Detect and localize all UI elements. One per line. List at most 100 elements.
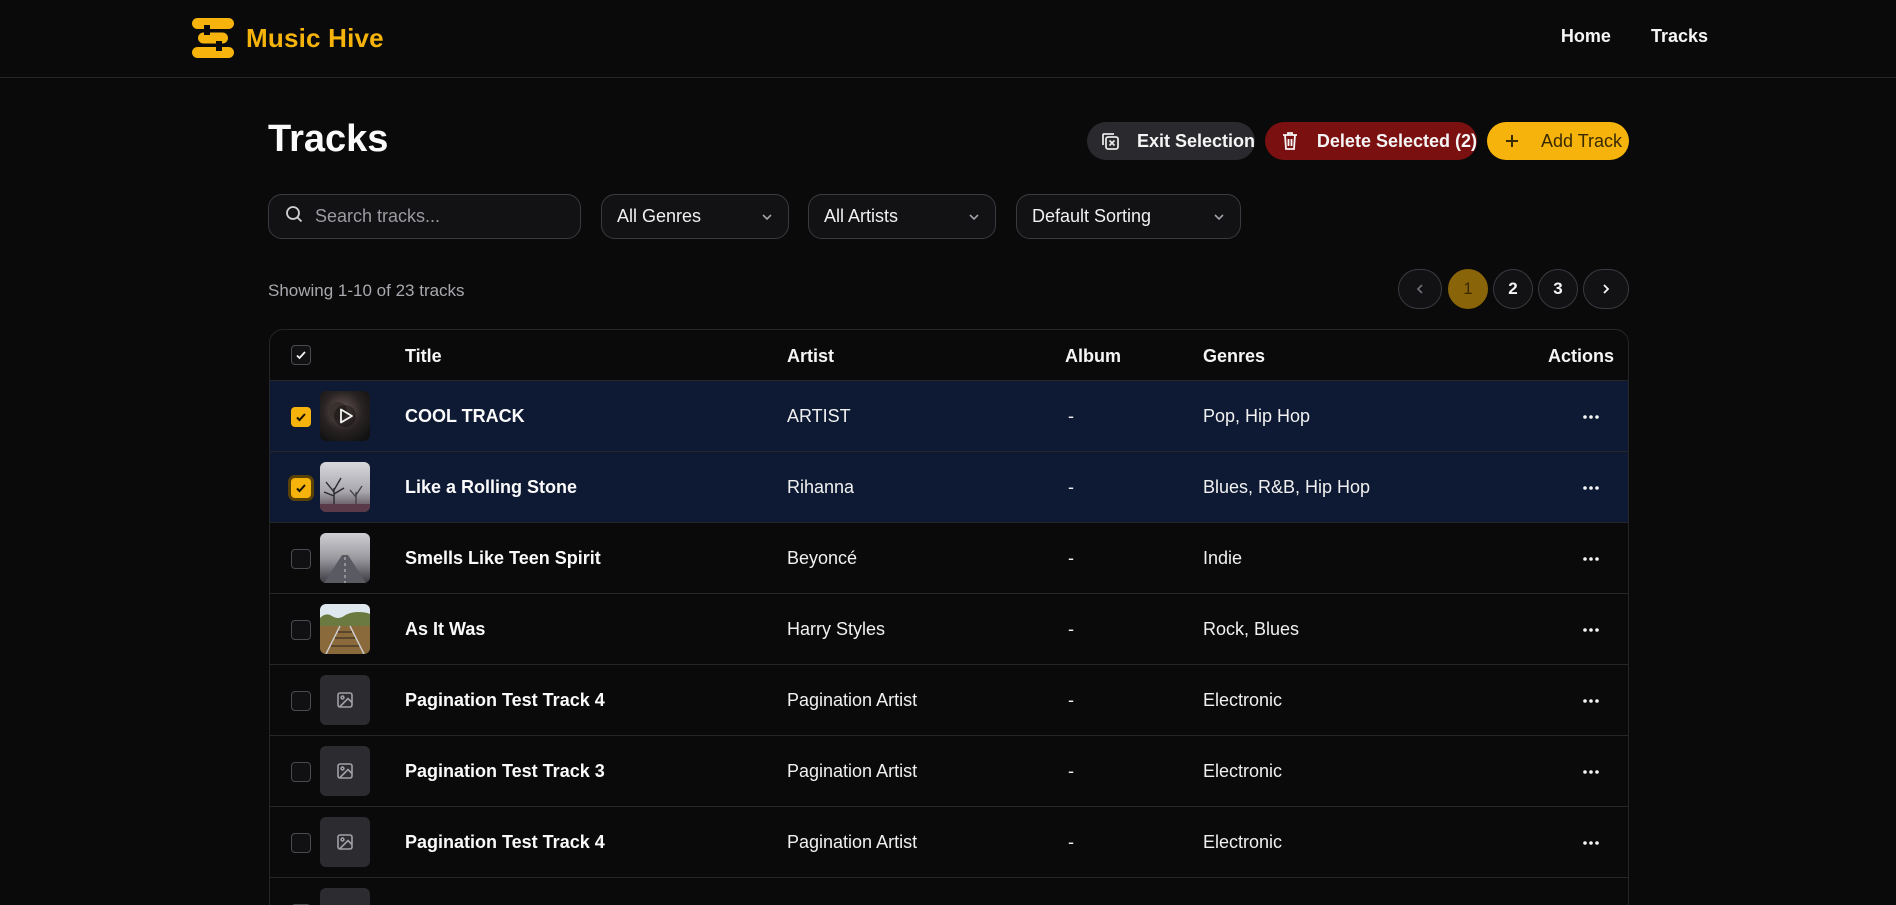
add-track-label: Add Track bbox=[1541, 130, 1623, 151]
track-album: - bbox=[1068, 548, 1074, 568]
track-artist: Pagination Artist bbox=[787, 690, 918, 710]
track-title: As It Was bbox=[405, 619, 486, 639]
track-genres: Indie bbox=[1203, 548, 1243, 568]
table-row[interactable]: Pagination Test Track 3 Pagination Artis… bbox=[270, 736, 1628, 807]
search-box bbox=[268, 194, 581, 239]
music-hive-logo-icon bbox=[192, 18, 234, 58]
more-actions-icon[interactable] bbox=[1582, 769, 1600, 775]
table-header: Title Artist Album Genres Actions bbox=[270, 330, 1628, 381]
page-button-3[interactable]: 3 bbox=[1538, 269, 1578, 309]
chevron-right-icon bbox=[1603, 284, 1610, 294]
trash-icon bbox=[1279, 130, 1301, 152]
add-track-button[interactable]: Add Track bbox=[1487, 122, 1629, 160]
track-artist: Pagination Artist bbox=[787, 761, 918, 781]
track-title: Smells Like Teen Spirit bbox=[405, 548, 601, 568]
exit-selection-label: Exit Selection bbox=[1137, 130, 1256, 151]
track-artist: Rihanna bbox=[787, 477, 855, 497]
checkmark-icon bbox=[296, 413, 306, 422]
track-cover-thumbnail[interactable] bbox=[320, 888, 370, 905]
next-page-button[interactable] bbox=[1583, 269, 1629, 309]
more-actions-icon[interactable] bbox=[1582, 485, 1600, 491]
column-header-album[interactable]: Album bbox=[1065, 346, 1121, 367]
row-checkbox[interactable] bbox=[291, 620, 311, 640]
checkmark-icon bbox=[296, 351, 306, 360]
track-genres: Pop, Hip Hop bbox=[1203, 406, 1311, 426]
more-actions-icon[interactable] bbox=[1582, 698, 1600, 704]
image-placeholder-icon bbox=[337, 692, 353, 708]
artist-filter-value: All Artists bbox=[824, 206, 899, 226]
artist-filter-select[interactable]: All Artists bbox=[808, 194, 996, 239]
page-button-1[interactable]: 1 bbox=[1448, 269, 1488, 309]
track-cover-thumbnail[interactable] bbox=[320, 746, 370, 796]
genre-filter-value: All Genres bbox=[617, 206, 702, 226]
track-cover-thumbnail[interactable] bbox=[320, 817, 370, 867]
row-checkbox[interactable] bbox=[291, 833, 311, 853]
track-genres: Blues, R&B, Hip Hop bbox=[1203, 477, 1371, 497]
column-header-actions: Actions bbox=[1548, 346, 1615, 366]
table-row[interactable]: COOL TRACK ARTIST - Pop, Hip Hop bbox=[270, 381, 1628, 452]
track-title: Pagination Test Track 4 bbox=[405, 832, 605, 852]
column-header-title[interactable]: Title bbox=[405, 346, 442, 367]
track-genres: Rock, Blues bbox=[1203, 619, 1300, 639]
image-placeholder-icon bbox=[337, 834, 353, 850]
more-actions-icon[interactable] bbox=[1582, 840, 1600, 846]
table-row[interactable]: Smells Like Teen Spirit Beyoncé - Indie bbox=[270, 523, 1628, 594]
search-input[interactable] bbox=[315, 206, 565, 227]
search-icon bbox=[285, 205, 303, 228]
track-artist: ARTIST bbox=[787, 406, 851, 426]
checkmark-icon bbox=[296, 484, 306, 493]
table-row[interactable]: As It Was Harry Styles - Rock, Blues bbox=[270, 594, 1628, 665]
track-cover-thumbnail[interactable] bbox=[320, 675, 370, 725]
image-placeholder-icon bbox=[337, 763, 353, 779]
select-all-checkbox[interactable] bbox=[291, 345, 311, 365]
table-row[interactable] bbox=[270, 878, 1628, 905]
track-cover-thumbnail[interactable] bbox=[320, 533, 370, 583]
main-nav: Home Tracks bbox=[1561, 26, 1708, 47]
delete-selected-label: Delete Selected (2) bbox=[1316, 130, 1477, 151]
column-header-genres[interactable]: Genres bbox=[1203, 346, 1265, 367]
exit-selection-icon bbox=[1099, 130, 1121, 152]
track-artist: Beyoncé bbox=[787, 548, 858, 568]
exit-selection-button[interactable]: Exit Selection bbox=[1087, 122, 1255, 160]
table-row[interactable]: Pagination Test Track 4 Pagination Artis… bbox=[270, 665, 1628, 736]
tracks-table: Title Artist Album Genres Actions COOL T… bbox=[269, 329, 1629, 905]
track-album: - bbox=[1068, 619, 1074, 639]
chevron-down-icon bbox=[1214, 213, 1224, 220]
brand-link[interactable]: Music Hive bbox=[190, 16, 384, 60]
track-cover-thumbnail[interactable] bbox=[320, 462, 370, 512]
plus-icon bbox=[1501, 130, 1523, 152]
track-album: - bbox=[1068, 832, 1074, 852]
track-artist: Pagination Artist bbox=[787, 832, 918, 852]
nav-tracks-link[interactable]: Tracks bbox=[1651, 26, 1708, 47]
track-album: - bbox=[1068, 761, 1074, 781]
track-cover-thumbnail[interactable] bbox=[320, 604, 370, 654]
previous-page-button[interactable] bbox=[1398, 269, 1442, 309]
table-row[interactable]: Like a Rolling Stone Rihanna - Blues, R&… bbox=[270, 452, 1628, 523]
row-checkbox[interactable] bbox=[291, 762, 311, 782]
row-checkbox[interactable] bbox=[291, 549, 311, 569]
track-genres: Electronic bbox=[1203, 761, 1283, 781]
track-cover-thumbnail[interactable] bbox=[320, 391, 370, 441]
page-title: Tracks bbox=[268, 118, 389, 160]
page-button-2[interactable]: 2 bbox=[1493, 269, 1533, 309]
sort-select[interactable]: Default Sorting bbox=[1016, 194, 1241, 239]
row-checkbox[interactable] bbox=[291, 691, 311, 711]
more-actions-icon[interactable] bbox=[1582, 556, 1600, 562]
track-genres: Electronic bbox=[1203, 832, 1283, 852]
track-genres: Electronic bbox=[1203, 690, 1283, 710]
more-actions-icon[interactable] bbox=[1582, 627, 1600, 633]
delete-selected-button[interactable]: Delete Selected (2) bbox=[1265, 122, 1477, 160]
top-navbar: Music Hive Home Tracks bbox=[0, 0, 1896, 78]
chevron-down-icon bbox=[969, 213, 979, 220]
track-title: Pagination Test Track 3 bbox=[405, 761, 605, 781]
nav-home-link[interactable]: Home bbox=[1561, 26, 1611, 47]
row-checkbox[interactable] bbox=[291, 407, 311, 427]
table-row[interactable]: Pagination Test Track 4 Pagination Artis… bbox=[270, 807, 1628, 878]
track-title: COOL TRACK bbox=[405, 406, 525, 426]
row-checkbox[interactable] bbox=[291, 478, 311, 498]
results-summary: Showing 1-10 of 23 tracks bbox=[268, 281, 465, 300]
genre-filter-select[interactable]: All Genres bbox=[601, 194, 789, 239]
more-actions-icon[interactable] bbox=[1582, 414, 1600, 420]
column-header-artist[interactable]: Artist bbox=[787, 346, 834, 367]
track-artist: Harry Styles bbox=[787, 619, 886, 639]
